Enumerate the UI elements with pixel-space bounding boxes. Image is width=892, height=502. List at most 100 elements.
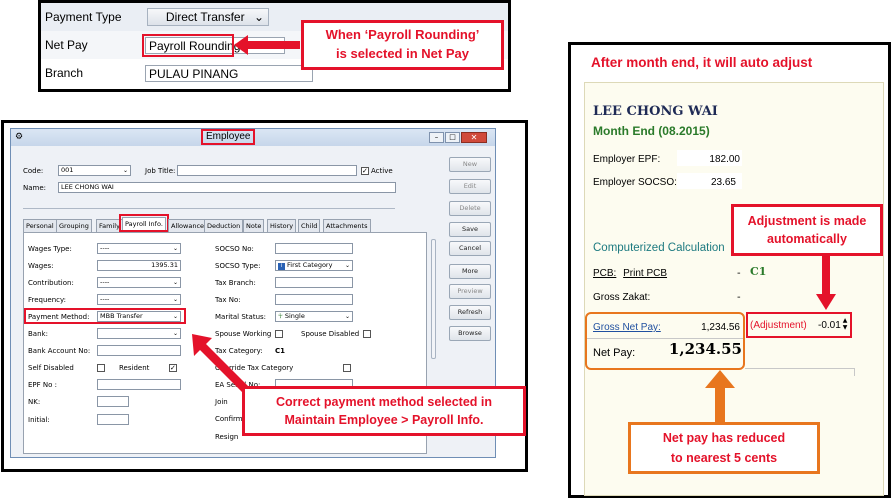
- tab-grouping[interactable]: Grouping: [56, 219, 92, 232]
- gross-net-label: Gross Net Pay:: [593, 322, 661, 333]
- print-pcb-link[interactable]: Print PCB: [623, 268, 667, 279]
- code-value: 001: [61, 166, 74, 174]
- net-pay-value: 1,234.55: [668, 340, 742, 358]
- info-icon: i: [278, 263, 285, 270]
- contribution-value: ----: [100, 278, 110, 286]
- epf-label: EPF No :: [28, 381, 57, 389]
- tab-child[interactable]: Child: [298, 219, 321, 232]
- payment-type-value: Direct Transfer: [165, 10, 245, 24]
- employer-epf-value: 182.00: [709, 154, 740, 165]
- socso-no-label: SOCSO No:: [215, 245, 254, 253]
- save-button[interactable]: Save: [449, 222, 491, 237]
- adjustment-spinner[interactable]: ▲ ▼: [841, 317, 849, 333]
- socso-type-select[interactable]: i First Category ⌄: [275, 260, 353, 271]
- contribution-select[interactable]: ---- ⌄: [97, 277, 181, 288]
- tab-allowance[interactable]: Allowance: [168, 219, 208, 232]
- tab-deduction[interactable]: Deduction: [204, 219, 244, 232]
- adjustment-value: -0.01: [818, 320, 841, 331]
- resident-checkbox[interactable]: ✓: [169, 364, 177, 372]
- chevron-down-icon: ⌄: [172, 330, 178, 337]
- resign-label: Resign: [215, 433, 239, 441]
- nk-field[interactable]: [97, 396, 129, 407]
- tab-personal[interactable]: Personal: [23, 219, 57, 232]
- self-disabled-checkbox[interactable]: [97, 364, 105, 372]
- override-tax-checkbox[interactable]: [343, 364, 351, 372]
- month-end-header: After month end, it will auto adjust: [591, 55, 813, 70]
- net-pay-label: Net Pay:: [593, 347, 636, 359]
- tax-category-value: C1: [275, 347, 286, 355]
- spouse-working-checkbox[interactable]: [275, 330, 283, 338]
- month-end-title: Month End (08.2015): [593, 124, 710, 138]
- spouse-disabled-checkbox[interactable]: [363, 330, 371, 338]
- wages-field[interactable]: 1395.31: [97, 260, 181, 271]
- wages-value: 1395.31: [151, 261, 178, 269]
- chevron-down-icon: ⌄: [122, 167, 128, 174]
- tax-no-label: Tax No:: [215, 296, 241, 304]
- resident-label: Resident: [119, 364, 150, 372]
- employee-name: LEE CHONG WAI: [593, 104, 718, 119]
- net-pay-highlight: [142, 34, 234, 57]
- employer-socso-label: Employer SOCSO:: [593, 177, 677, 188]
- name-label: Name:: [23, 184, 47, 192]
- wages-type-select[interactable]: ---- ⌄: [97, 243, 181, 254]
- arrow-down-icon: [816, 256, 836, 310]
- marital-status-label: Marital Status:: [215, 313, 267, 321]
- close-button[interactable]: ✕: [461, 132, 487, 143]
- contribution-label: Contribution:: [28, 279, 74, 287]
- marital-status-select[interactable]: ☥ Single ⌄: [275, 311, 353, 322]
- bank-account-field[interactable]: [97, 345, 181, 356]
- spouse-disabled-label: Spouse Disabled: [301, 330, 360, 338]
- callout-line-1: Correct payment method selected in: [275, 394, 493, 409]
- delete-button[interactable]: Delete: [449, 201, 491, 216]
- more-button[interactable]: More: [449, 264, 491, 279]
- chevron-down-icon: ⌄: [172, 279, 178, 286]
- payment-method-callout: Correct payment method selected in Maint…: [242, 386, 526, 436]
- gross-zakat-label: Gross Zakat:: [593, 292, 651, 303]
- self-disabled-label: Self Disabled: [28, 364, 74, 372]
- splitter-handle[interactable]: [431, 239, 436, 359]
- payment-type-select[interactable]: Direct Transfer ⌄: [147, 8, 269, 26]
- maximize-button[interactable]: □: [445, 132, 460, 143]
- card-edge: [854, 368, 855, 376]
- chevron-down-icon: ⌄: [172, 296, 178, 303]
- payroll-tab-highlight: [119, 214, 169, 232]
- tab-attachments[interactable]: Attachments: [323, 219, 371, 232]
- branch-value: PULAU PINANG: [149, 67, 239, 81]
- cancel-button[interactable]: Cancel: [449, 241, 491, 256]
- refresh-button[interactable]: Refresh: [449, 305, 491, 320]
- callout-line-2: to nearest 5 cents: [670, 451, 778, 465]
- tab-history[interactable]: History: [267, 219, 297, 232]
- minimize-button[interactable]: –: [429, 132, 444, 143]
- employer-socso-value: 23.65: [710, 177, 736, 188]
- epf-field[interactable]: [97, 379, 181, 390]
- code-field[interactable]: 001 ⌄: [58, 165, 131, 176]
- callout-line-2: automatically: [767, 232, 847, 246]
- code-label: Code:: [23, 167, 44, 175]
- callout-line-1: Net pay has reduced: [662, 431, 786, 445]
- active-checkbox[interactable]: ✓: [361, 167, 369, 175]
- bank-select[interactable]: ⌄: [97, 328, 181, 339]
- browse-button[interactable]: Browse: [449, 326, 491, 341]
- marital-status-value: Single: [284, 312, 305, 320]
- job-title-field[interactable]: [177, 165, 357, 176]
- frequency-label: Frequency:: [28, 296, 67, 304]
- chevron-down-icon: ⌄: [253, 10, 264, 24]
- active-label: Active: [371, 167, 393, 175]
- callout-line-2: Maintain Employee > Payroll Info.: [284, 413, 484, 427]
- new-button[interactable]: New: [449, 157, 491, 172]
- frequency-value: ----: [100, 295, 110, 303]
- branch-field[interactable]: PULAU PINANG: [145, 65, 313, 82]
- socso-no-field[interactable]: [275, 243, 353, 254]
- computerized-calculation: Computerized Calculation: [593, 242, 725, 254]
- pcb-value: C1: [750, 265, 767, 278]
- initial-field[interactable]: [97, 414, 129, 425]
- tab-note[interactable]: Note: [243, 219, 265, 232]
- preview-button[interactable]: Preview: [449, 284, 491, 299]
- divider: [23, 208, 395, 209]
- edit-button[interactable]: Edit: [449, 179, 491, 194]
- tax-no-field[interactable]: [275, 294, 353, 305]
- name-field[interactable]: LEE CHONG WAI: [58, 182, 396, 193]
- arrow-left-icon: [234, 35, 300, 55]
- frequency-select[interactable]: ---- ⌄: [97, 294, 181, 305]
- tax-branch-field[interactable]: [275, 277, 353, 288]
